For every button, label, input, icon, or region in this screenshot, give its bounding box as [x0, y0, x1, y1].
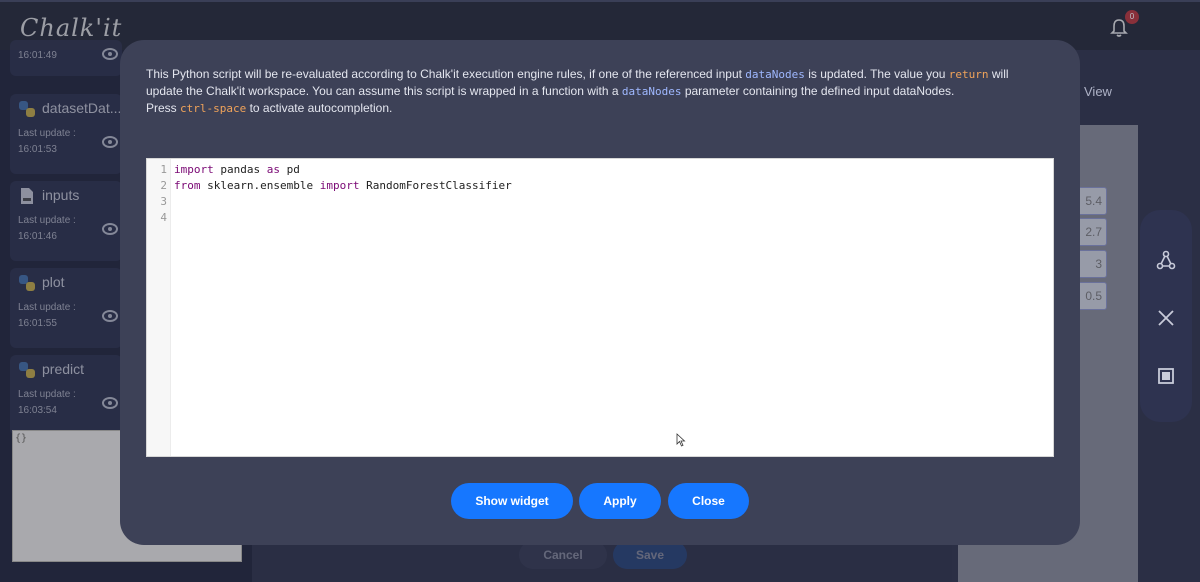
apply-button[interactable]: Apply: [579, 483, 661, 519]
code-text: pd: [279, 163, 300, 176]
datanode-name: predict: [42, 361, 85, 377]
line-number: 1: [160, 163, 167, 176]
eye-icon[interactable]: [102, 310, 118, 322]
notification-badge: 0: [1125, 10, 1139, 24]
script-editor-dialog: This Python script will be re-evaluated …: [120, 40, 1080, 545]
last-update-label: Last update :: [18, 128, 76, 139]
keyword: as: [266, 163, 280, 176]
description-text: parameter containing the defined input d…: [681, 84, 955, 98]
layout-icon[interactable]: [1156, 366, 1176, 386]
design-tools-icon[interactable]: [1156, 308, 1176, 328]
datanode-time: 16:03:54: [18, 405, 57, 416]
datanode-card[interactable]: predict Last update : 16:03:54: [10, 355, 122, 435]
code-return: return: [948, 68, 989, 81]
eye-icon[interactable]: [102, 397, 118, 409]
code-datanodes: dataNodes: [621, 85, 682, 98]
keyword: from: [174, 179, 201, 192]
datanode-name: datasetDat...: [42, 100, 122, 116]
code-line[interactable]: from sklearn.ensemble import RandomFores…: [174, 179, 512, 192]
view-tab[interactable]: View: [1084, 84, 1112, 99]
preview-text: {}: [15, 433, 28, 444]
description-text: is updated. The value you: [804, 67, 949, 81]
keyword: import: [174, 163, 214, 176]
line-number: 2: [160, 179, 167, 192]
code-datanodes: dataNodes: [745, 68, 805, 81]
datanode-name: inputs: [42, 187, 80, 203]
datanode-time: 16:01:53: [18, 144, 57, 155]
script-description: This Python script will be re-evaluated …: [146, 66, 1046, 117]
line-number: 4: [160, 211, 167, 224]
line-number: 3: [160, 195, 167, 208]
keyword: import: [319, 179, 360, 192]
python-icon: [19, 101, 35, 117]
datanode-card[interactable]: datasetDat... Last update : 16:01:53: [10, 94, 122, 174]
datanode-time: 16:01:55: [18, 318, 57, 329]
datanode-time: 16:01:49: [18, 50, 57, 61]
datanode-card[interactable]: plot Last update : 16:01:55: [10, 268, 122, 348]
python-icon: [19, 275, 35, 291]
code-text: pandas: [213, 163, 267, 176]
close-button[interactable]: Close: [668, 483, 749, 519]
description-text: This Python script will be re-evaluated …: [146, 67, 746, 81]
last-update-label: Last update :: [18, 302, 76, 313]
last-update-label: Last update :: [18, 215, 76, 226]
app-logo[interactable]: Chalk'it: [20, 14, 122, 42]
code-text: RandomForestClassifier: [359, 179, 512, 192]
code-ctrl-space: ctrl-space: [180, 102, 247, 115]
eye-icon[interactable]: [102, 136, 118, 148]
json-file-icon: [21, 188, 33, 204]
eye-icon[interactable]: [102, 48, 118, 60]
python-icon: [19, 362, 35, 378]
save-button[interactable]: Save: [613, 541, 687, 569]
datanode-time: 16:01:46: [18, 231, 57, 242]
code-line[interactable]: import pandas as pd: [174, 163, 300, 176]
code-text: sklearn.ensemble: [200, 179, 320, 192]
code-editor[interactable]: 1 2 3 4 import pandas as pd from sklearn…: [146, 158, 1054, 457]
eye-icon[interactable]: [102, 223, 118, 235]
datanode-card[interactable]: inputs Last update : 16:01:46: [10, 181, 122, 261]
last-update-label: Last update :: [18, 389, 76, 400]
graph-icon[interactable]: [1156, 250, 1176, 270]
show-widget-button[interactable]: Show widget: [451, 483, 573, 519]
description-text: Press: [146, 101, 181, 115]
line-number-gutter: 1 2 3 4: [147, 159, 171, 456]
cancel-button[interactable]: Cancel: [519, 541, 607, 569]
description-text: to activate autocompletion.: [246, 101, 393, 115]
datanode-name: plot: [42, 274, 65, 290]
mouse-cursor-icon: [676, 433, 686, 447]
datanode-card[interactable]: 16:01:49: [10, 40, 122, 76]
